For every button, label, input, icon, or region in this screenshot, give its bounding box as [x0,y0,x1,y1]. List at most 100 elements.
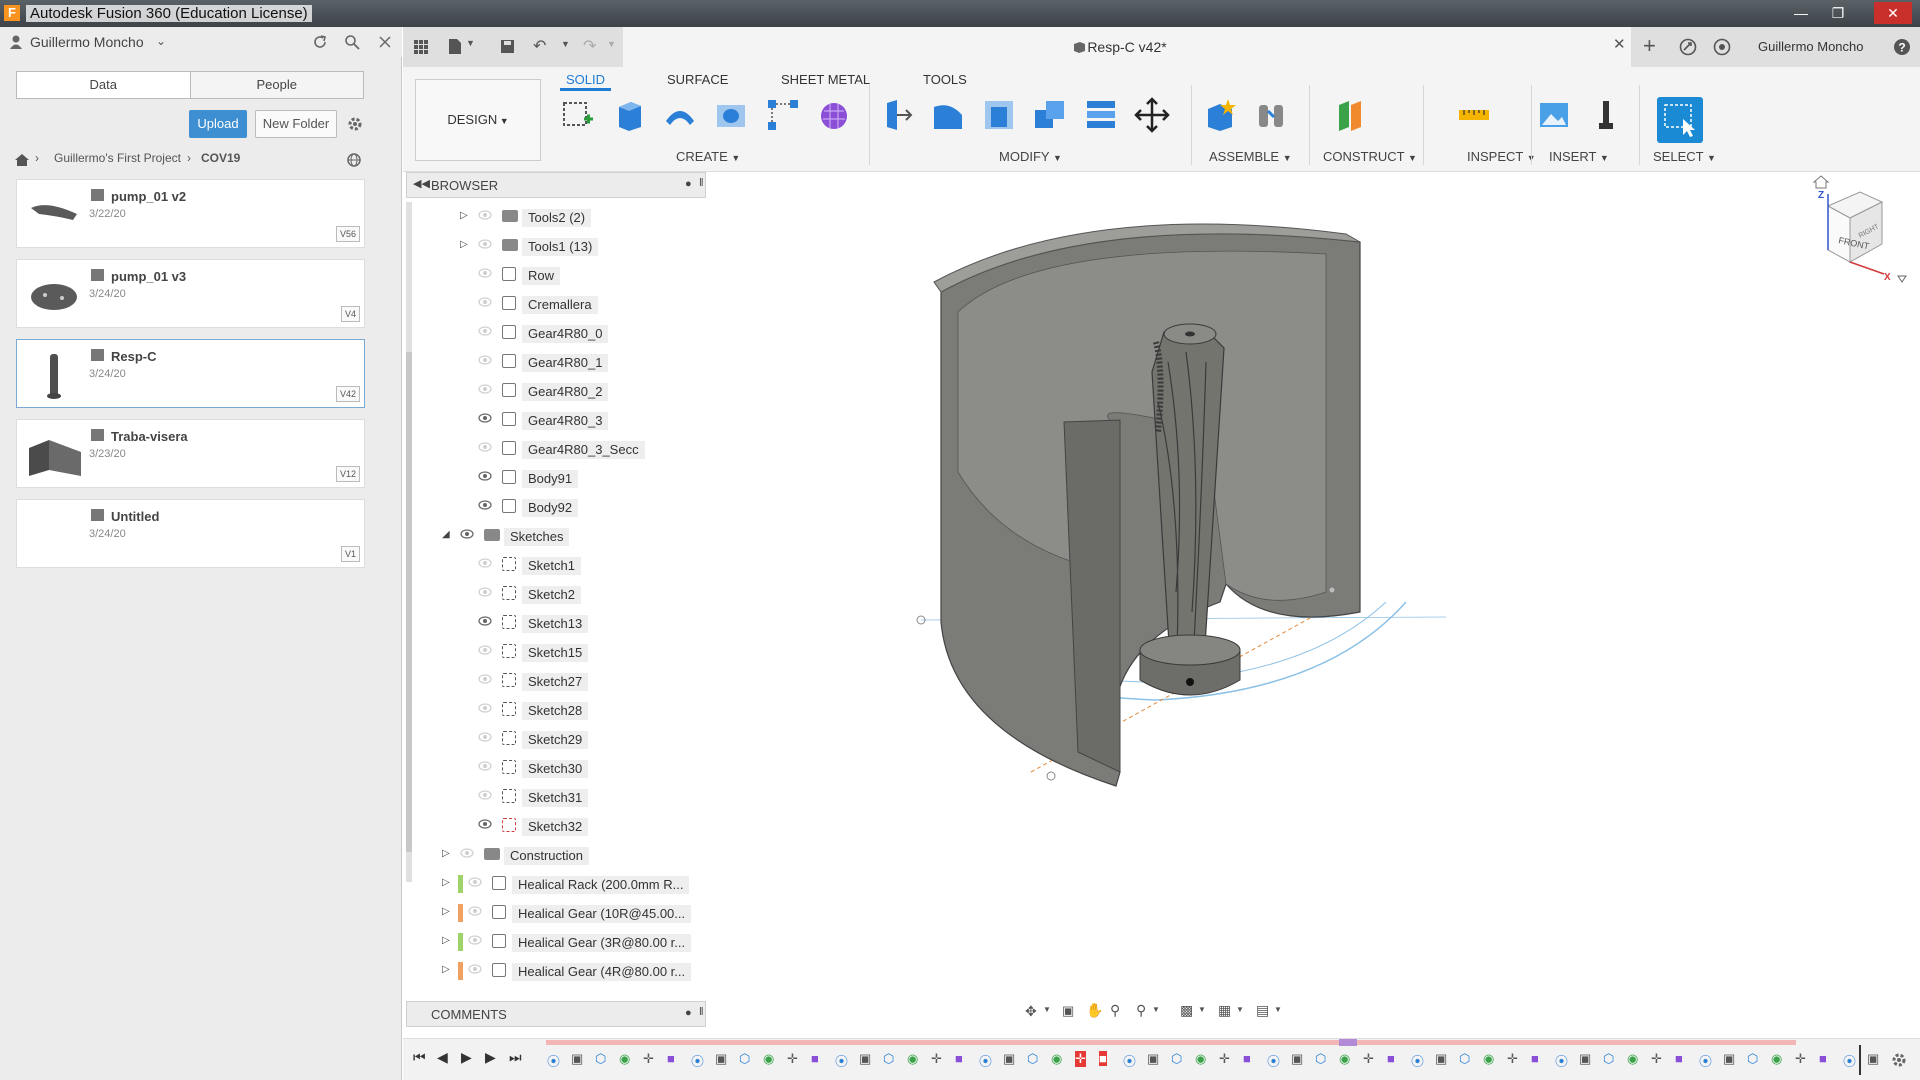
visibility-eye-icon[interactable] [478,384,492,394]
pan-icon[interactable]: ✋ [1086,1002,1103,1019]
tab-data[interactable]: Data [17,72,191,98]
redo-icon[interactable]: ↷ [583,36,596,56]
visibility-eye-icon[interactable] [478,703,492,713]
timeline-feature-icon[interactable]: ■ [1819,1051,1827,1066]
visibility-eye-icon[interactable] [478,471,492,481]
timeline-feature-icon[interactable]: ⬡ [1171,1051,1182,1067]
viewcube[interactable]: FRONT RIGHT Z X [1800,172,1920,292]
expand-arrow-icon[interactable]: ▷ [460,239,468,250]
visibility-eye-icon[interactable] [478,790,492,800]
display-chevron-icon[interactable]: ▼ [1198,1005,1206,1014]
timeline-feature-icon[interactable]: ⬡ [1027,1051,1038,1067]
save-icon[interactable] [500,39,515,54]
timeline-feature-icon[interactable]: ◉ [907,1051,918,1067]
browser-item-body[interactable]: Body92 [406,494,706,518]
browser-header[interactable]: ◀◀ BROWSER ● ‖ [406,172,706,198]
timeline-feature-icon[interactable]: ⬡ [883,1051,894,1067]
timeline-feature-icon[interactable]: ✛ [787,1051,798,1067]
visibility-eye-icon[interactable] [478,326,492,336]
version-badge[interactable]: V42 [335,386,360,402]
visibility-eye-icon[interactable] [478,413,492,423]
breadcrumb-folder[interactable]: COV19 [201,151,240,165]
step-forward-icon[interactable]: ▶ [485,1049,496,1066]
version-badge[interactable]: V12 [335,466,360,482]
browser-item-sketch[interactable]: Sketch32 [406,813,706,837]
orbit-chevron-icon[interactable]: ▼ [1043,1005,1051,1014]
grid-snaps-icon[interactable]: ▦ [1218,1002,1231,1019]
version-badge[interactable]: V1 [340,546,360,562]
visibility-eye-icon[interactable] [468,877,482,887]
redo-menu-chevron-icon[interactable]: ▼ [607,39,616,49]
browser-item-component[interactable]: ▷ Healical Gear (4R@80.00 r... [406,958,706,982]
visibility-eye-icon[interactable] [478,500,492,510]
maximize-icon[interactable]: ❐ [1823,2,1853,24]
timeline-feature-icon[interactable]: ▣ [1579,1051,1591,1067]
file-card[interactable]: Untitled 3/24/20 V1 [16,499,365,568]
visibility-eye-icon[interactable] [478,268,492,278]
browser-item-body[interactable]: Gear4R80_1 [406,349,706,373]
timeline-feature-icon[interactable]: ⬡ [1315,1051,1326,1067]
select-tool[interactable] [1657,97,1703,143]
timeline-feature-icon[interactable]: ■ [811,1051,819,1066]
grid-menu-icon[interactable] [413,39,429,55]
timeline-feature-icon[interactable]: ⦿ [1267,1051,1280,1070]
new-component-icon[interactable] [1202,97,1238,133]
browser-item-body[interactable]: Cremallera [406,291,706,315]
visibility-eye-icon[interactable] [478,239,492,249]
expand-arrow-icon[interactable]: ▷ [460,210,468,221]
timeline-feature-icon[interactable]: ◉ [1627,1051,1638,1067]
viewports-icon[interactable]: ▤ [1256,1002,1269,1019]
select-group-label[interactable]: SELECT ▼ [1653,149,1716,164]
construct-group-label[interactable]: CONSTRUCT ▼ [1323,149,1417,164]
browser-item-sketch[interactable]: Sketch29 [406,726,706,750]
file-card[interactable]: pump_01 v3 3/24/20 V4 [16,259,365,328]
visibility-eye-icon[interactable] [468,964,482,974]
insert-mcmaster-icon[interactable] [1588,97,1624,133]
collapse-arrow-icon[interactable]: ◢ [442,529,450,540]
timeline-feature-icon[interactable]: ■ [1099,1051,1107,1066]
go-to-start-icon[interactable]: ⏮ [413,1049,426,1066]
inspect-group-label[interactable]: INSPECT ▼ [1467,149,1536,164]
tab-tools[interactable]: TOOLS [923,72,967,87]
combine-icon[interactable] [1032,97,1068,133]
revolve-icon[interactable] [662,97,698,133]
browser-item-body[interactable]: Row [406,262,706,286]
timeline-feature-icon[interactable]: ■ [1243,1051,1251,1066]
refresh-icon[interactable] [312,34,328,50]
workspace-switcher[interactable]: DESIGN ▼ [415,79,541,161]
new-tab-plus-icon[interactable]: + [1643,33,1656,59]
rectangular-pattern-icon[interactable] [765,97,801,133]
chevron-down-icon[interactable]: ⌄ [156,34,166,48]
visibility-eye-icon[interactable] [478,732,492,742]
timeline-feature-icon[interactable]: ▣ [1867,1051,1879,1067]
visibility-eye-icon[interactable] [478,355,492,365]
timeline-feature-icon[interactable]: ◉ [763,1051,774,1067]
timeline-feature-icon[interactable]: ✛ [1219,1051,1230,1067]
version-badge[interactable]: V4 [340,306,360,322]
browser-item-sketch[interactable]: Sketch30 [406,755,706,779]
offset-plane-icon[interactable] [1333,97,1369,133]
visibility-eye-icon[interactable] [478,674,492,684]
fillet-icon[interactable] [930,97,966,133]
browser-item-sketch[interactable]: Sketch2 [406,581,706,605]
timeline-feature-icon[interactable]: ✛ [1507,1051,1518,1067]
undo-menu-chevron-icon[interactable]: ▼ [561,39,570,49]
timeline-feature-icon[interactable]: ▣ [859,1051,871,1067]
timeline-feature-icon[interactable]: ⦿ [1843,1051,1856,1070]
visibility-eye-icon[interactable] [478,210,492,220]
collapse-panel-icon[interactable]: ◀◀ [413,177,430,190]
timeline-feature-icon[interactable]: ■ [1675,1051,1683,1066]
timeline-feature-icon[interactable]: ✛ [1795,1051,1806,1067]
timeline-feature-icon[interactable]: ✛ [643,1051,654,1067]
file-card[interactable]: pump_01 v2 3/22/20 V56 [16,179,365,248]
expand-arrow-icon[interactable]: ▷ [442,877,450,888]
undo-icon[interactable]: ↶ [533,36,546,56]
search-icon[interactable] [344,34,360,50]
timeline-feature-icon[interactable]: ⦿ [1555,1051,1568,1070]
grid-chevron-icon[interactable]: ▼ [1236,1005,1244,1014]
modify-group-label[interactable]: MODIFY ▼ [999,149,1062,164]
browser-item-sketch[interactable]: Sketch1 [406,552,706,576]
viewports-chevron-icon[interactable]: ▼ [1274,1005,1282,1014]
expand-arrow-icon[interactable]: ▷ [442,906,450,917]
browser-item-folder[interactable]: ▷ Tools2 (2) [406,204,706,228]
